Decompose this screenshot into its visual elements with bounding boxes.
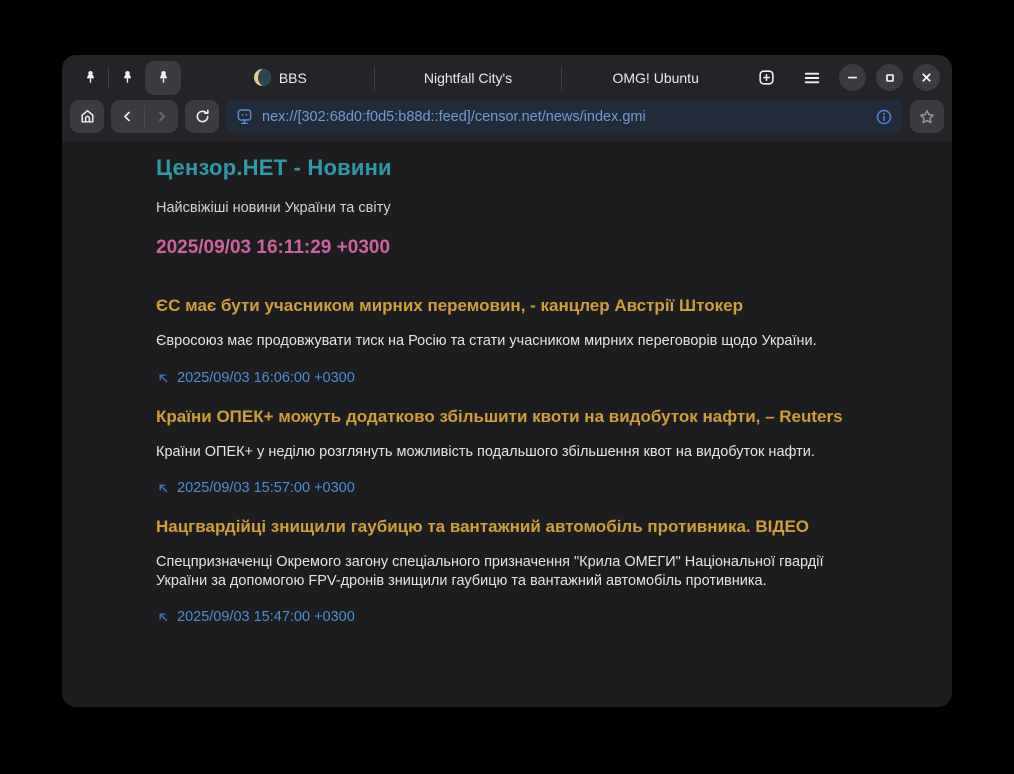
back-button[interactable] bbox=[111, 100, 144, 133]
tab-label: BBS bbox=[279, 70, 307, 86]
article-link[interactable]: 2025/09/03 16:06:00 +0300 bbox=[156, 370, 355, 386]
article-link-label: 2025/09/03 15:47:00 +0300 bbox=[177, 609, 355, 625]
page-content: Цензор.НЕТ - Новини Найсвіжіші новини Ук… bbox=[62, 141, 952, 707]
bookmark-button[interactable] bbox=[910, 100, 944, 133]
moon-icon bbox=[254, 69, 271, 86]
link-arrow-icon bbox=[156, 371, 170, 385]
maximize-button[interactable] bbox=[876, 64, 903, 91]
maximize-icon bbox=[884, 72, 896, 84]
link-arrow-icon bbox=[156, 481, 170, 495]
title-bar: BBS Nightfall City's OMG! Ubuntu bbox=[62, 55, 952, 100]
article-link[interactable]: 2025/09/03 15:47:00 +0300 bbox=[156, 609, 355, 625]
home-button[interactable] bbox=[70, 100, 104, 133]
article-link-label: 2025/09/03 15:57:00 +0300 bbox=[177, 480, 355, 496]
reload-icon bbox=[194, 108, 211, 125]
article-link[interactable]: 2025/09/03 15:57:00 +0300 bbox=[156, 480, 355, 496]
close-icon bbox=[920, 71, 933, 84]
home-icon bbox=[79, 108, 96, 125]
article-summary: Країни ОПЕК+ у неділю розглянуть можливі… bbox=[156, 443, 826, 462]
url-input[interactable] bbox=[262, 109, 867, 125]
info-icon[interactable] bbox=[875, 108, 893, 126]
article-link-label: 2025/09/03 16:06:00 +0300 bbox=[177, 370, 355, 386]
forward-icon bbox=[154, 109, 169, 124]
tab-label: Nightfall City's bbox=[424, 70, 512, 86]
browser-window: BBS Nightfall City's OMG! Ubuntu bbox=[62, 55, 952, 707]
menu-button[interactable] bbox=[795, 61, 829, 95]
navigation-bar bbox=[62, 100, 952, 141]
page-subtitle: Найсвіжіші новини України та світу bbox=[156, 200, 826, 216]
close-button[interactable] bbox=[913, 64, 940, 91]
pin-icon bbox=[120, 70, 135, 85]
history-buttons bbox=[111, 100, 178, 133]
new-tab-icon bbox=[757, 68, 776, 87]
pin-icon bbox=[156, 70, 171, 85]
tab-bbs[interactable]: BBS bbox=[187, 55, 374, 100]
star-icon bbox=[918, 108, 936, 126]
news-article: ЄС має бути учасником мирних перемовин, … bbox=[156, 296, 912, 386]
tab-nightfall-citys[interactable]: Nightfall City's bbox=[375, 55, 562, 100]
news-article: Країни ОПЕК+ можуть додатково збільшити … bbox=[156, 407, 912, 497]
tab-omg-ubuntu[interactable]: OMG! Ubuntu bbox=[562, 55, 749, 100]
url-bar[interactable] bbox=[226, 100, 903, 133]
tab-label: OMG! Ubuntu bbox=[612, 70, 698, 86]
article-summary: Спецпризначенці Окремого загону спеціаль… bbox=[156, 553, 826, 590]
article-title: Нацгвардійці знищили гаубицю та вантажни… bbox=[156, 517, 912, 537]
forward-button[interactable] bbox=[145, 100, 178, 133]
minimize-icon bbox=[846, 71, 859, 84]
back-icon bbox=[120, 109, 135, 124]
new-tab-button[interactable] bbox=[749, 61, 783, 95]
link-arrow-icon bbox=[156, 610, 170, 624]
article-summary: Євросоюз має продовжувати тиск на Росію … bbox=[156, 332, 826, 351]
news-article: Нацгвардійці знищили гаубицю та вантажни… bbox=[156, 517, 912, 625]
minimize-button[interactable] bbox=[839, 64, 866, 91]
pin-icon bbox=[83, 70, 98, 85]
menu-icon bbox=[802, 68, 822, 88]
pinned-tab-1[interactable] bbox=[72, 61, 108, 95]
pinned-tab-3-active[interactable] bbox=[145, 61, 181, 95]
updated-timestamp: 2025/09/03 16:11:29 +0300 bbox=[156, 237, 912, 259]
terminal-icon bbox=[235, 107, 254, 126]
article-title: Країни ОПЕК+ можуть додатково збільшити … bbox=[156, 407, 912, 427]
pinned-tab-2[interactable] bbox=[109, 61, 145, 95]
tab-strip: BBS Nightfall City's OMG! Ubuntu bbox=[187, 55, 749, 100]
reload-button[interactable] bbox=[185, 100, 219, 133]
page-title: Цензор.НЕТ - Новини bbox=[156, 155, 912, 181]
article-title: ЄС має бути учасником мирних перемовин, … bbox=[156, 296, 912, 316]
